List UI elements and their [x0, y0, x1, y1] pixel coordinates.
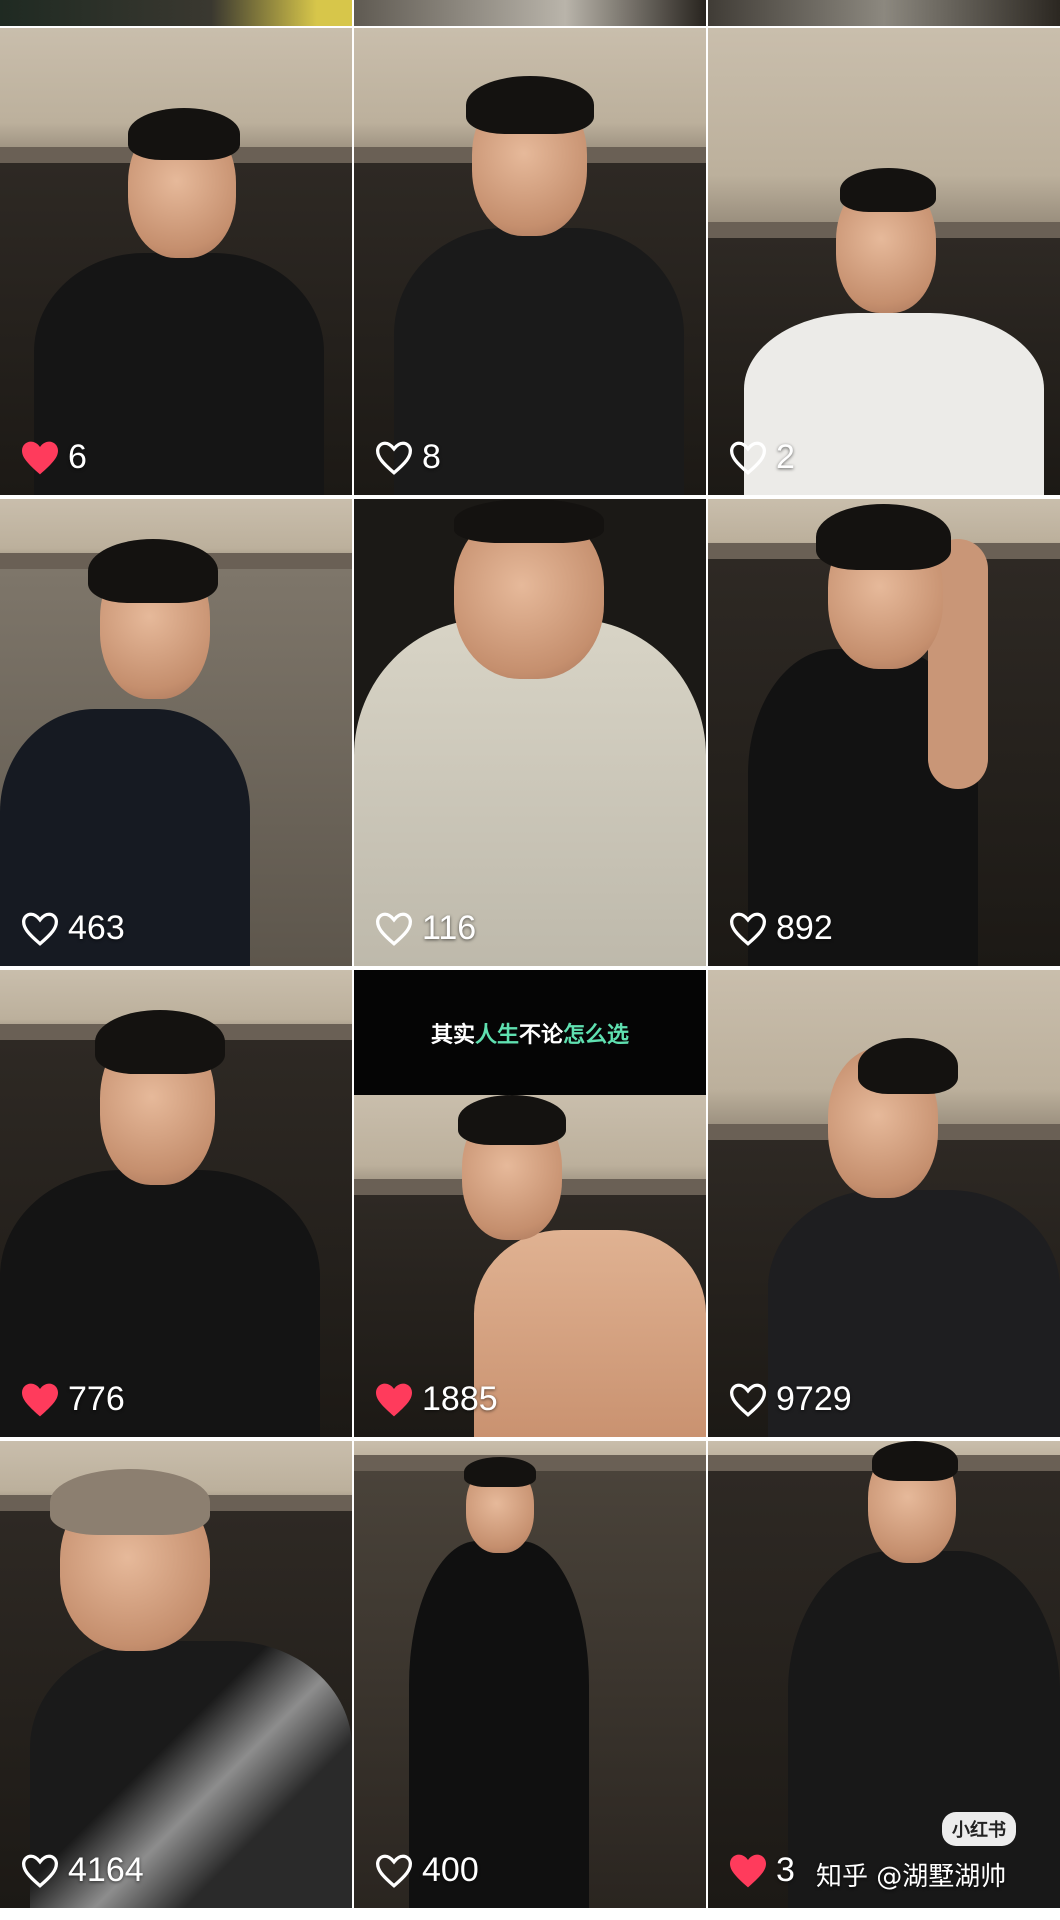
caption-text: 其实: [430, 1022, 475, 1048]
video-tile[interactable]: 其实 人生 不论 怎么选 1885: [354, 970, 706, 1437]
like-count: 463: [20, 909, 125, 948]
heart-outline-icon[interactable]: [728, 1382, 768, 1418]
heart-outline-icon[interactable]: [728, 440, 768, 476]
heart-filled-icon[interactable]: [20, 440, 60, 476]
thumbnail-image: [0, 970, 352, 1437]
previous-row-tile[interactable]: [354, 0, 706, 26]
like-count: 116: [374, 909, 476, 948]
heart-filled-icon[interactable]: [20, 1382, 60, 1418]
video-caption-banner: 其实 人生 不论 怎么选: [354, 970, 706, 1095]
like-count-value: 9729: [776, 1380, 852, 1418]
like-count-value: 892: [776, 909, 833, 947]
heart-outline-icon[interactable]: [374, 440, 414, 476]
like-count-value: 400: [422, 1851, 479, 1889]
like-count-value: 4164: [68, 1851, 144, 1889]
thumbnail-image: [354, 28, 706, 495]
video-tile[interactable]: 小红书 3: [708, 1441, 1060, 1908]
like-count: 892: [728, 909, 833, 948]
xiaohongshu-badge: 小红书: [942, 1812, 1016, 1846]
like-count: 776: [20, 1380, 125, 1419]
video-tile[interactable]: 400: [354, 1441, 706, 1908]
like-count-value: 2: [776, 438, 795, 476]
heart-outline-icon[interactable]: [20, 1853, 60, 1889]
like-count-value: 3: [776, 1851, 795, 1889]
video-tile[interactable]: 6: [0, 28, 352, 495]
heart-filled-icon[interactable]: [374, 1382, 414, 1418]
video-tile[interactable]: 2: [708, 28, 1060, 495]
previous-row-tile[interactable]: [708, 0, 1060, 26]
like-count-value: 776: [68, 1380, 125, 1418]
like-count-value: 6: [68, 438, 87, 476]
thumbnail-image: [708, 28, 1060, 495]
like-count-value: 463: [68, 909, 125, 947]
video-tile[interactable]: 4164: [0, 1441, 352, 1908]
like-count: 9729: [728, 1380, 852, 1419]
video-tile[interactable]: 8: [354, 28, 706, 495]
caption-text-highlight: 人生: [474, 1022, 519, 1048]
like-count-value: 116: [422, 909, 477, 947]
heart-outline-icon[interactable]: [20, 911, 60, 947]
video-feed-grid: 6 8 2 463 116 892 776 其实 人生 不论 怎么选 1885 …: [0, 28, 1060, 1920]
video-tile[interactable]: 463: [0, 499, 352, 966]
thumbnail-image: [0, 28, 352, 495]
like-count: 6: [20, 438, 87, 477]
like-count: 4164: [20, 1851, 144, 1890]
thumbnail-image: [708, 499, 1060, 966]
video-tile[interactable]: 776: [0, 970, 352, 1437]
like-count: 2: [728, 438, 795, 477]
zhihu-watermark: 知乎 @湖墅湖帅: [816, 1862, 1007, 1892]
thumbnail-image: [354, 499, 706, 966]
heart-outline-icon[interactable]: [374, 911, 414, 947]
heart-outline-icon[interactable]: [728, 911, 768, 947]
previous-row-tile[interactable]: [0, 0, 352, 26]
video-tile[interactable]: 892: [708, 499, 1060, 966]
caption-text: 不论: [519, 1022, 564, 1048]
video-tile[interactable]: 116: [354, 499, 706, 966]
previous-row-strip: [0, 0, 1060, 26]
thumbnail-image: [708, 970, 1060, 1437]
like-count-value: 8: [422, 438, 441, 476]
thumbnail-image: [354, 1441, 706, 1908]
video-tile[interactable]: 9729: [708, 970, 1060, 1437]
like-count: 3: [728, 1851, 795, 1890]
like-count: 1885: [374, 1380, 498, 1419]
like-count: 8: [374, 438, 441, 477]
heart-filled-icon[interactable]: [728, 1853, 768, 1889]
like-count-value: 1885: [422, 1380, 498, 1418]
thumbnail-image: [0, 1441, 352, 1908]
like-count: 400: [374, 1851, 479, 1890]
heart-outline-icon[interactable]: [374, 1853, 414, 1889]
thumbnail-image: [0, 499, 352, 966]
caption-text-highlight: 怎么选: [563, 1022, 630, 1048]
